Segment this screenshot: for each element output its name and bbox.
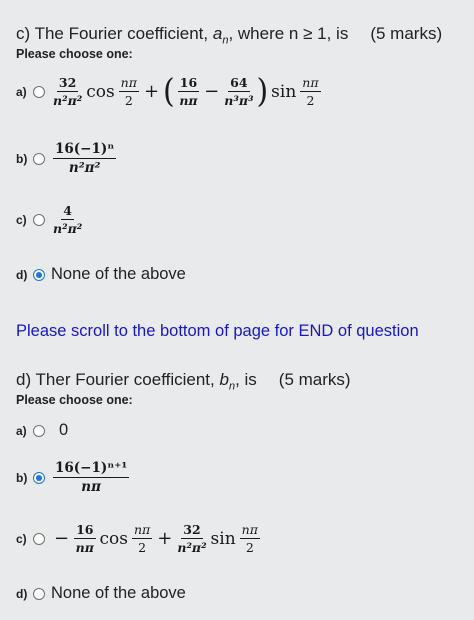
fraction-numerator: nπ	[118, 75, 139, 92]
fraction-numerator: 16	[74, 522, 96, 539]
question-c-option-a-formula: 32 n²π² cos nπ 2 + ( 16 nπ − 64 n³π³ ) sin n…	[51, 71, 323, 111]
fraction: 32 n²π²	[53, 75, 82, 108]
question-c-option-d[interactable]: d) None of the above	[16, 265, 186, 284]
question-d-variable: b	[219, 370, 229, 389]
question-c-option-c-radio[interactable]	[33, 213, 45, 226]
fraction-denominator: 2	[124, 93, 133, 108]
fraction-numerator: 64	[228, 75, 250, 92]
fraction-numerator: 32	[56, 75, 79, 92]
right-paren: )	[256, 71, 269, 111]
question-c-variable: a	[212, 24, 223, 43]
question-c-option-b-radio[interactable]	[33, 152, 45, 165]
fraction-numerator: nπ	[239, 522, 260, 539]
question-d-condition: , is	[235, 370, 257, 389]
fraction-numerator: 16	[177, 75, 200, 92]
question-d-option-c-formula: − 16 nπ cos nπ 2 + 32 n²π² sin nπ 2	[51, 522, 262, 555]
option-letter: c)	[16, 212, 27, 227]
option-letter: a)	[16, 423, 27, 438]
question-d-title-text: d) Ther Fourier coefficient,	[16, 370, 220, 389]
option-text: None of the above	[51, 265, 186, 283]
fraction: nπ 2	[118, 75, 139, 108]
question-c-option-a-radio[interactable]	[33, 85, 45, 98]
fraction-denominator: 2	[306, 93, 315, 108]
scroll-instruction: Please scroll to the bottom of page for …	[16, 322, 419, 340]
question-c-option-b-formula: 16(−1)ⁿ n²π²	[51, 141, 118, 176]
fraction: 16(−1)ⁿ n²π²	[53, 141, 117, 176]
question-c-option-a[interactable]: a) 32 n²π² cos nπ 2 + ( 16 nπ − 64 n³π³ ) si…	[16, 71, 323, 111]
question-c-option-c[interactable]: c) 4 n²π²	[16, 203, 84, 236]
fraction-denominator: 2	[245, 540, 254, 555]
fraction: 16(−1)ⁿ⁺¹ nπ	[53, 460, 130, 495]
fraction: 16 nπ	[74, 522, 96, 555]
question-c-option-d-radio[interactable]	[33, 268, 45, 281]
question-d-marks: (5 marks)	[278, 370, 351, 389]
fraction-numerator: 16(−1)ⁿ	[53, 141, 117, 159]
option-letter: a)	[16, 84, 27, 99]
question-c-option-c-formula: 4 n²π²	[51, 203, 84, 236]
fraction: nπ 2	[300, 75, 321, 108]
fraction: 32 n²π²	[177, 522, 206, 555]
plus-operator: +	[157, 528, 173, 549]
question-d-option-b-formula: 16(−1)ⁿ⁺¹ nπ	[51, 460, 131, 495]
option-letter: b)	[16, 151, 28, 166]
question-d-option-d[interactable]: d) None of the above	[16, 584, 186, 603]
question-d-option-d-radio[interactable]	[33, 587, 45, 600]
fraction-numerator: nπ	[300, 75, 321, 92]
question-c-option-b[interactable]: b) 16(−1)ⁿ n²π²	[16, 141, 118, 176]
fraction-denominator: 2	[138, 540, 147, 555]
sin-function: sin	[210, 528, 236, 549]
quiz-page: c) The Fourier coefficient, an, where n …	[0, 0, 474, 620]
question-c-title: c) The Fourier coefficient, an, where n …	[16, 24, 442, 46]
fraction-denominator: n³π³	[224, 93, 254, 108]
plus-operator: +	[143, 81, 160, 102]
fraction: 16 nπ	[177, 75, 200, 108]
question-d-choose-label: Please choose one:	[16, 393, 133, 407]
question-d-title: d) Ther Fourier coefficient, bn, is (5 ma…	[16, 370, 351, 392]
option-text: 0	[59, 421, 69, 439]
fraction: 64 n³π³	[224, 75, 253, 108]
question-d-option-c-radio[interactable]	[33, 532, 45, 545]
fraction-denominator: n²π²	[53, 221, 83, 236]
left-paren: (	[163, 71, 175, 111]
question-c-condition: , where n ≥ 1, is	[228, 24, 349, 43]
fraction: nπ 2	[239, 522, 260, 555]
fraction-numerator: 4	[61, 203, 74, 220]
option-text: None of the above	[51, 584, 186, 602]
sin-function: sin	[271, 81, 297, 102]
question-d-option-a[interactable]: a) 0	[16, 421, 68, 440]
fraction: 4 n²π²	[53, 203, 82, 236]
question-d-option-c[interactable]: c) − 16 nπ cos nπ 2 + 32 n²π² sin nπ 2	[16, 522, 262, 555]
question-d-option-a-radio[interactable]	[33, 424, 45, 437]
fraction: nπ 2	[131, 522, 153, 555]
option-letter: b)	[16, 470, 28, 485]
question-c-marks: (5 marks)	[370, 24, 443, 43]
fraction-denominator: n²π²	[53, 93, 83, 108]
fraction-denominator: nπ	[75, 540, 94, 555]
cos-function: cos	[99, 528, 128, 549]
fraction-numerator: nπ	[131, 522, 153, 539]
cos-function: cos	[86, 81, 115, 102]
question-d-option-b[interactable]: b) 16(−1)ⁿ⁺¹ nπ	[16, 460, 131, 495]
fraction-denominator: nπ	[81, 479, 101, 495]
fraction-denominator: nπ	[179, 93, 198, 108]
minus-operator: −	[54, 528, 70, 549]
option-letter: c)	[16, 531, 27, 546]
option-letter: d)	[16, 586, 28, 601]
option-letter: d)	[16, 267, 28, 282]
question-c-choose-label: Please choose one:	[16, 47, 133, 61]
fraction-numerator: 16(−1)ⁿ⁺¹	[53, 460, 130, 478]
fraction-denominator: n²π²	[177, 540, 207, 555]
minus-operator: −	[204, 81, 220, 102]
fraction-denominator: n²π²	[68, 160, 101, 176]
question-d-option-b-radio[interactable]	[33, 471, 45, 484]
fraction-numerator: 32	[181, 522, 203, 539]
question-c-title-text: c) The Fourier coefficient,	[16, 24, 213, 43]
